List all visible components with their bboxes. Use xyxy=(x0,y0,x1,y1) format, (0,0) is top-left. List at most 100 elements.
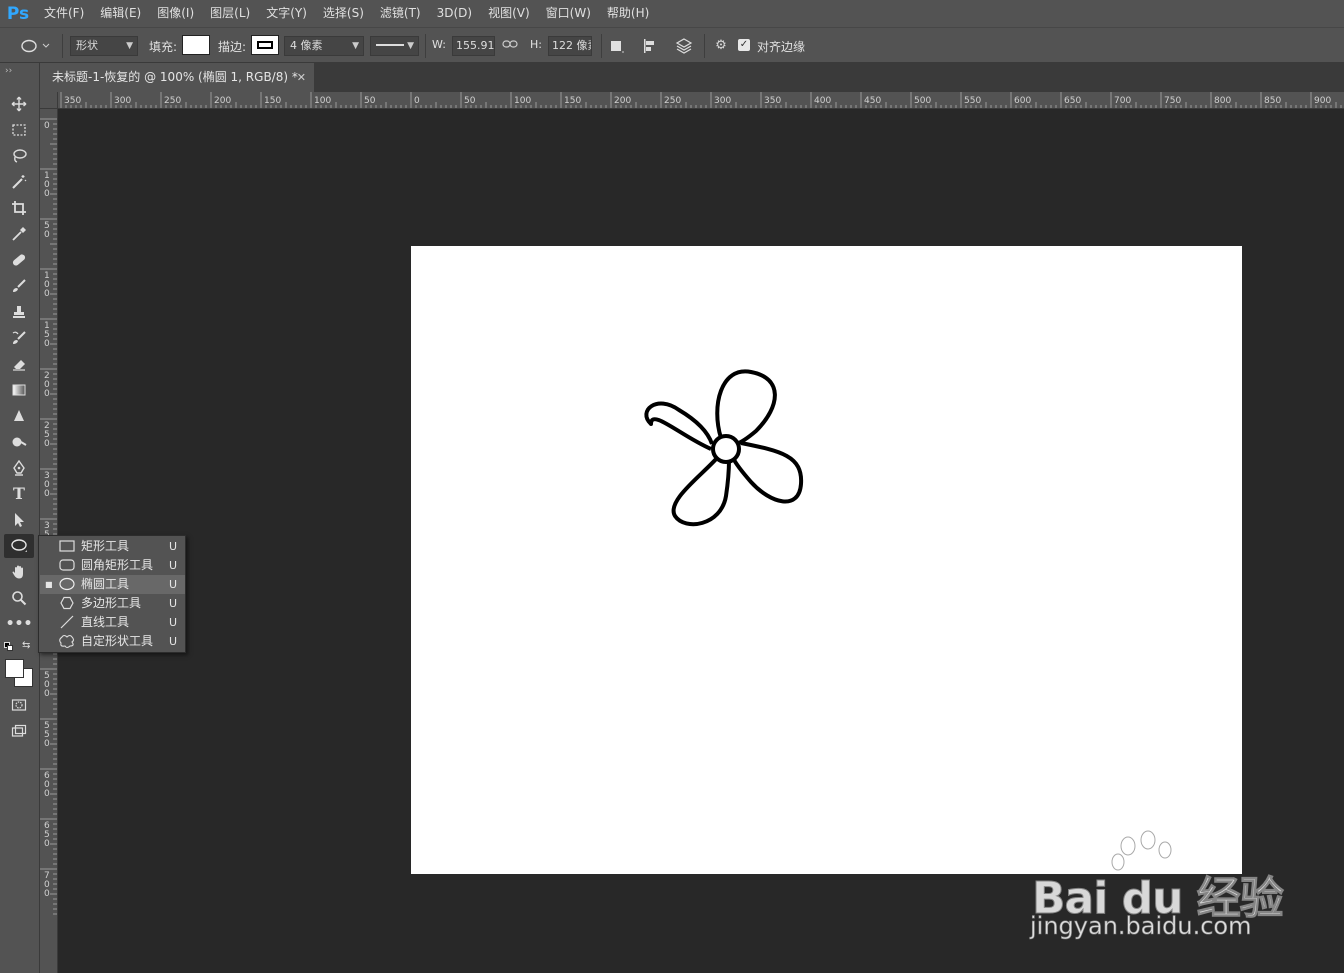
swap-colors-icon[interactable]: ⇆ xyxy=(22,640,30,651)
magic-wand-icon xyxy=(12,175,27,189)
pen-icon xyxy=(13,459,25,476)
menu-layer[interactable]: 图层(L) xyxy=(202,0,258,27)
document-tab-bar: 未标题-1-恢复的 @ 100% (椭圆 1, RGB/8) * ✕ xyxy=(40,63,1344,92)
ellipsis-icon: ••• xyxy=(5,616,33,632)
ruler-label: 200 xyxy=(214,96,231,106)
ruler-label: 0 xyxy=(44,489,50,499)
ruler-label: 0 xyxy=(44,789,50,799)
flyout-item-rectangle[interactable]: 矩形工具 U xyxy=(40,537,185,556)
flyout-item-label: 椭圆工具 xyxy=(81,577,130,591)
path-alignment-icon[interactable] xyxy=(641,37,659,55)
menu-file[interactable]: 文件(F) xyxy=(36,0,92,27)
move-tool[interactable] xyxy=(4,92,34,116)
stroke-type-select[interactable]: ▼ xyxy=(370,36,419,56)
ruler-label: 250 xyxy=(664,96,681,106)
magic-wand-tool[interactable] xyxy=(4,170,34,194)
document-tab[interactable]: 未标题-1-恢复的 @ 100% (椭圆 1, RGB/8) * ✕ xyxy=(40,63,314,92)
ruler-label: 650 xyxy=(1064,96,1081,106)
dodge-tool[interactable] xyxy=(4,430,34,454)
crop-tool[interactable] xyxy=(4,196,34,220)
close-icon[interactable]: ✕ xyxy=(297,63,306,92)
shape-mode-select[interactable]: 形状 ▼ xyxy=(70,36,138,56)
tool-preset-picker[interactable] xyxy=(16,37,50,55)
foreground-color-swatch[interactable] xyxy=(5,659,24,678)
quick-mask-icon xyxy=(11,699,27,711)
ruler-label: 50 xyxy=(364,96,376,106)
stroke-width-select[interactable]: 4 像素 ▼ xyxy=(284,36,364,56)
fill-swatch[interactable] xyxy=(182,35,210,55)
stamp-tool[interactable] xyxy=(4,300,34,324)
quick-mask-button[interactable] xyxy=(4,693,34,717)
flyout-item-rounded-rectangle[interactable]: 圆角矩形工具 U xyxy=(40,556,185,575)
ruler-label: 900 xyxy=(1314,96,1331,106)
screen-mode-icon xyxy=(11,724,27,737)
flyout-item-shortcut: U xyxy=(168,635,177,648)
gradient-tool[interactable] xyxy=(4,378,34,402)
flyout-item-polygon[interactable]: 多边形工具 U xyxy=(40,594,185,613)
ruler-label: 50 xyxy=(464,96,476,106)
align-edges-checkbox[interactable]: ✓ xyxy=(738,39,750,51)
shape-mode-value: 形状 xyxy=(76,39,98,52)
healing-brush-tool[interactable] xyxy=(4,248,34,272)
type-tool[interactable]: T xyxy=(4,482,34,506)
menu-view[interactable]: 视图(V) xyxy=(480,0,538,27)
width-input[interactable]: 155.91 xyxy=(452,36,495,56)
dodge-icon xyxy=(12,437,27,447)
flyout-item-custom-shape[interactable]: 自定形状工具 U xyxy=(40,632,185,651)
ellipse-tool[interactable] xyxy=(4,534,34,558)
path-arrangement-icon[interactable] xyxy=(674,37,693,55)
gear-icon[interactable]: ⚙ xyxy=(712,37,730,55)
ellipse-icon xyxy=(21,39,50,53)
ruler-label: 350 xyxy=(764,96,781,106)
height-label: H: xyxy=(530,38,542,51)
path-selection-tool[interactable] xyxy=(4,508,34,532)
horizontal-ruler[interactable]: 350 300 250 200 150 100 50 0 50 100 150 200 250 300 35… xyxy=(58,92,1344,109)
flower-center-overlay xyxy=(711,434,741,464)
watermark-url: jingyan.baidu.com xyxy=(1030,912,1252,941)
chevron-down-icon: ▼ xyxy=(407,41,414,51)
arrow-icon xyxy=(15,513,24,527)
more-tools[interactable]: ••• xyxy=(4,612,34,636)
height-input[interactable]: 122 像素 xyxy=(548,36,592,56)
flyout-item-shortcut: U xyxy=(168,616,177,629)
path-operations-icon[interactable] xyxy=(608,37,626,55)
lasso-icon xyxy=(13,149,27,163)
flyout-item-label: 圆角矩形工具 xyxy=(81,558,154,572)
options-separator xyxy=(704,34,705,58)
menu-3d[interactable]: 3D(D) xyxy=(429,0,480,27)
rounded-rectangle-icon xyxy=(58,558,76,573)
stroke-swatch[interactable] xyxy=(251,35,279,55)
eyedropper-tool[interactable] xyxy=(4,222,34,246)
rectangle-icon xyxy=(58,539,76,554)
blur-tool[interactable] xyxy=(4,404,34,428)
brush-tool[interactable] xyxy=(4,274,34,298)
menu-edit[interactable]: 编辑(E) xyxy=(92,0,149,27)
zoom-tool[interactable] xyxy=(4,586,34,610)
ruler-label: 0 xyxy=(44,839,50,849)
pen-tool[interactable] xyxy=(4,456,34,480)
menu-image[interactable]: 图像(I) xyxy=(149,0,202,27)
ruler-label: 0 xyxy=(414,96,420,106)
menu-help[interactable]: 帮助(H) xyxy=(599,0,657,27)
history-brush-tool[interactable] xyxy=(4,326,34,350)
ruler-label: 150 xyxy=(264,96,281,106)
photoshop-logo: Ps xyxy=(6,3,30,24)
panel-collapse-icon[interactable]: ›› xyxy=(5,66,12,76)
menu-window[interactable]: 窗口(W) xyxy=(538,0,599,27)
default-colors-icon[interactable] xyxy=(4,642,13,651)
flyout-item-ellipse[interactable]: ■ 椭圆工具 U xyxy=(40,575,185,594)
menu-select[interactable]: 选择(S) xyxy=(315,0,372,27)
blur-icon xyxy=(14,410,24,421)
shape-tool-flyout: 矩形工具 U 圆角矩形工具 U ■ 椭圆工具 U 多边形工具 U 直线工具 U … xyxy=(38,535,186,653)
link-icon[interactable] xyxy=(501,37,519,55)
stroke-preview xyxy=(257,41,273,49)
eraser-tool[interactable] xyxy=(4,352,34,376)
screen-mode-button[interactable] xyxy=(4,719,34,743)
marquee-tool[interactable] xyxy=(4,118,34,142)
menu-filter[interactable]: 滤镜(T) xyxy=(372,0,429,27)
ruler-origin[interactable] xyxy=(40,92,58,109)
lasso-tool[interactable] xyxy=(4,144,34,168)
menu-type[interactable]: 文字(Y) xyxy=(258,0,315,27)
hand-tool[interactable] xyxy=(4,560,34,584)
flyout-item-line[interactable]: 直线工具 U xyxy=(40,613,185,632)
